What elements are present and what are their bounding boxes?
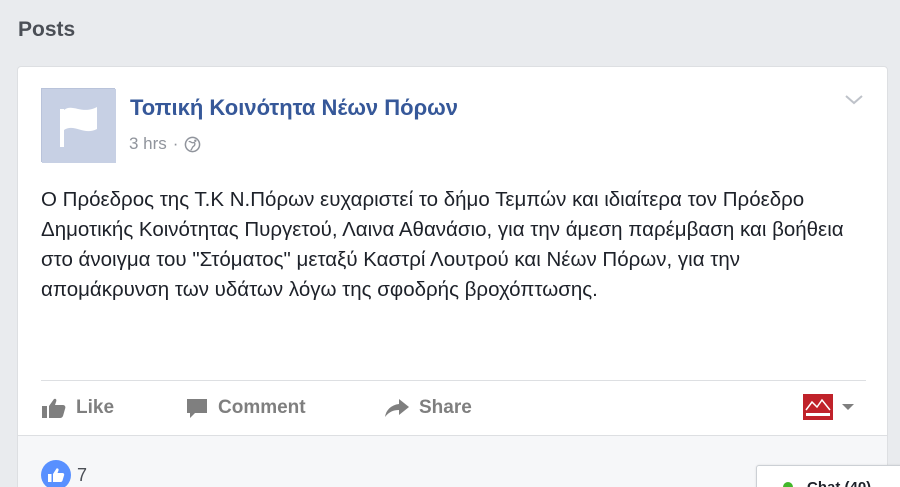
post-card: Τοπική Κοινότητα Νέων Πόρων 3 hrs · Ο Πρ… [17,66,888,487]
share-icon [385,399,409,417]
post-as-selector[interactable] [803,394,855,420]
post-meta: 3 hrs · [129,134,201,154]
page-avatar[interactable] [41,88,116,163]
like-label: Like [76,397,115,418]
chevron-down-icon[interactable] [844,93,864,107]
comment-button[interactable]: Comment [185,397,306,419]
like-reaction-icon [41,460,71,487]
globe-icon[interactable] [184,136,201,153]
post-timestamp[interactable]: 3 hrs [129,134,167,154]
share-button[interactable]: Share [384,397,472,419]
like-count: 7 [77,464,88,485]
chat-tab[interactable]: Chat (40) [756,465,900,487]
thumbs-up-icon [42,398,66,418]
online-status-dot [783,482,793,487]
caret-down-icon [842,404,854,410]
action-divider [41,380,866,381]
like-button[interactable]: Like [41,397,114,419]
like-summary[interactable]: 7 [41,460,87,487]
comment-icon [187,399,207,418]
comment-label: Comment [218,397,306,418]
page-name-link[interactable]: Τοπική Κοινότητα Νέων Πόρων [130,95,458,121]
thumbs-up-icon [48,468,65,482]
post-body: Ο Πρόεδρος της Τ.Κ Ν.Πόρων ευχαριστεί το… [41,188,844,301]
chat-label: Chat (40) [807,479,871,487]
meta-separator: · [172,134,179,153]
flag-icon [42,89,116,163]
section-title: Posts [18,18,76,41]
share-label: Share [419,397,472,418]
page-thumbnail-icon [803,394,833,420]
